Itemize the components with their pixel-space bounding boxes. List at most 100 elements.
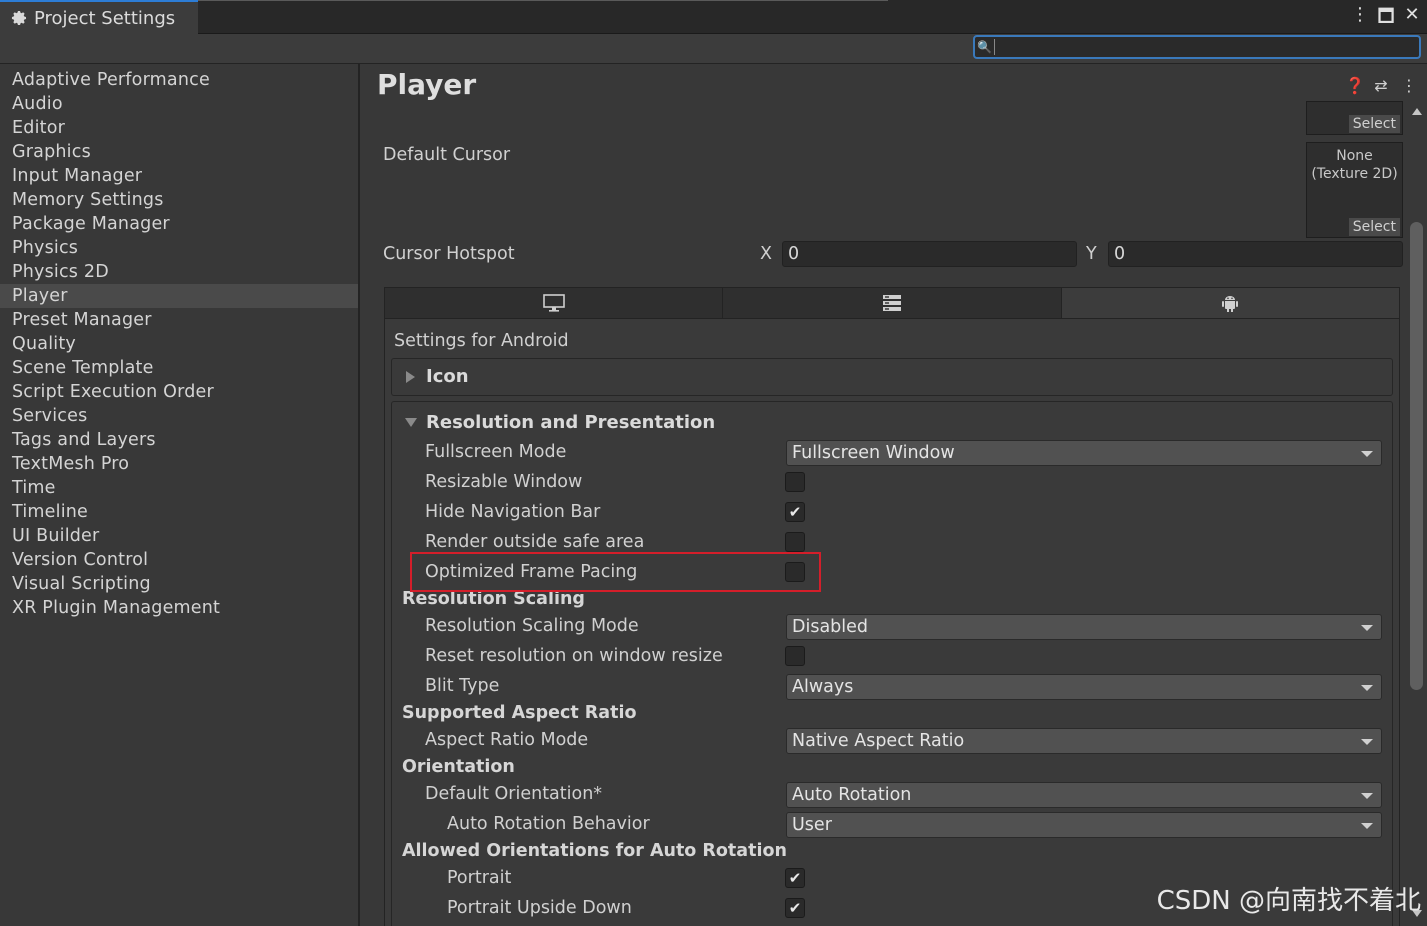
render-outside-safe-label: Render outside safe area [425,532,645,552]
sidebar-item-xr-plugin-management[interactable]: XR Plugin Management [0,596,358,620]
sidebar-item-physics-2d[interactable]: Physics 2D [0,260,358,284]
search-field[interactable]: 🔍 [973,35,1421,59]
blit-type-label: Blit Type [425,676,500,696]
chevron-down-icon [1361,823,1373,829]
sidebar-item-physics[interactable]: Physics [0,236,358,260]
gear-icon [9,8,29,28]
select-button[interactable]: Select [1348,218,1400,236]
page-title: Player [377,68,477,101]
tab-bar-divider [198,0,888,1]
sidebar-item-audio[interactable]: Audio [0,92,358,116]
orientation-header: Orientation [402,757,515,777]
sidebar-item-visual-scripting[interactable]: Visual Scripting [0,572,358,596]
search-toolbar: 🔍 [0,34,1427,64]
default-cursor-label: Default Cursor [383,145,511,165]
aspect-ratio-mode-value: Native Aspect Ratio [792,731,965,751]
window-tab-bar: Project Settings ⋮ 🗖 ✕ [0,0,1427,34]
search-icon: 🔍 [975,39,995,55]
top-texture-field[interactable]: Select [1306,101,1403,135]
chevron-down-icon [1361,793,1373,799]
chevron-down-icon [1361,685,1373,691]
sidebar-item-scene-template[interactable]: Scene Template [0,356,358,380]
fullscreen-mode-value: Fullscreen Window [792,443,955,463]
sidebar-item-preset-manager[interactable]: Preset Manager [0,308,358,332]
settings-for-label: Settings for Android [394,331,569,351]
chevron-down-icon [1361,625,1373,631]
collapsed-arrow-icon [406,371,415,383]
blit-type-dropdown[interactable]: Always [786,674,1382,700]
tab-title: Project Settings [34,7,176,29]
sidebar-item-player[interactable]: Player [0,284,358,308]
portrait-label: Portrait [447,868,512,888]
default-orientation-value: Auto Rotation [792,785,912,805]
resolution-scaling-mode-label: Resolution Scaling Mode [425,616,639,636]
search-input[interactable] [995,39,1419,55]
portrait-upside-down-checkbox[interactable]: ✔ [785,898,805,918]
auto-rotation-behavior-dropdown[interactable]: User [786,812,1382,838]
help-icon[interactable]: ❓ [1345,76,1365,95]
close-icon[interactable]: ✕ [1403,4,1421,34]
more-options-icon[interactable]: ⋮ [1351,4,1369,34]
scroll-up-icon[interactable] [1412,108,1422,115]
scroll-thumb[interactable] [1410,222,1423,690]
texture-none-text: None [1336,148,1373,164]
hotspot-y-label: Y [1086,244,1097,264]
expanded-arrow-icon[interactable] [405,418,417,427]
reset-resolution-checkbox[interactable] [785,646,805,666]
select-button[interactable]: Select [1348,115,1400,133]
hotspot-y-input[interactable]: 0 [1108,241,1403,267]
render-outside-safe-checkbox[interactable] [785,532,805,552]
server-icon [882,295,901,311]
sidebar-item-time[interactable]: Time [0,476,358,500]
chevron-down-icon [1361,739,1373,745]
sidebar-item-version-control[interactable]: Version Control [0,548,358,572]
aspect-ratio-mode-dropdown[interactable]: Native Aspect Ratio [786,728,1382,754]
default-cursor-texture-field[interactable]: None (Texture 2D) Select [1306,142,1403,238]
icon-foldout[interactable]: Icon [391,358,1393,396]
default-orientation-dropdown[interactable]: Auto Rotation [786,782,1382,808]
cursor-hotspot-label: Cursor Hotspot [383,244,515,264]
portrait-upside-down-label: Portrait Upside Down [447,898,632,918]
sidebar-item-editor[interactable]: Editor [0,116,358,140]
allowed-orientations-header: Allowed Orientations for Auto Rotation [402,841,787,861]
more-options-icon[interactable]: ⋮ [1401,76,1417,95]
hide-nav-bar-checkbox[interactable]: ✔ [785,502,805,522]
sidebar-item-services[interactable]: Services [0,404,358,428]
sidebar-item-ui-builder[interactable]: UI Builder [0,524,358,548]
vertical-scrollbar[interactable] [1406,100,1427,926]
auto-rotation-behavior-value: User [792,815,832,835]
fullscreen-mode-dropdown[interactable]: Fullscreen Window [786,440,1382,466]
tab-android[interactable] [1061,288,1399,318]
sidebar-item-script-execution-order[interactable]: Script Execution Order [0,380,358,404]
preset-icon[interactable]: ⇄ [1373,76,1389,95]
hide-nav-bar-label: Hide Navigation Bar [425,502,601,522]
sidebar-item-input-manager[interactable]: Input Manager [0,164,358,188]
platform-tabs [384,287,1400,319]
hotspot-x-input[interactable]: 0 [782,241,1077,267]
sidebar-item-adaptive-performance[interactable]: Adaptive Performance [0,68,358,92]
default-orientation-label: Default Orientation* [425,784,603,804]
sidebar-item-package-manager[interactable]: Package Manager [0,212,358,236]
texture-type-text: (Texture 2D) [1311,166,1398,182]
tab-project-settings[interactable]: Project Settings [0,0,198,34]
chevron-down-icon [1361,451,1373,457]
sidebar-item-graphics[interactable]: Graphics [0,140,358,164]
highlight-box [410,552,821,592]
sidebar-item-tags-and-layers[interactable]: Tags and Layers [0,428,358,452]
tab-dedicated-server[interactable] [723,288,1062,318]
maximize-icon[interactable]: 🗖 [1377,4,1395,34]
resizable-window-checkbox[interactable] [785,472,805,492]
sidebar-item-memory-settings[interactable]: Memory Settings [0,188,358,212]
resolution-section-header[interactable]: Resolution and Presentation [426,412,715,433]
resolution-scaling-mode-value: Disabled [792,617,869,637]
sidebar-item-quality[interactable]: Quality [0,332,358,356]
portrait-checkbox[interactable]: ✔ [785,868,805,888]
monitor-icon [542,294,565,312]
sidebar-item-timeline[interactable]: Timeline [0,500,358,524]
blit-type-value: Always [792,677,854,697]
resolution-scaling-mode-dropdown[interactable]: Disabled [786,614,1382,640]
tab-standalone[interactable] [385,288,724,318]
resolution-scaling-header: Resolution Scaling [402,589,585,609]
checkmark-icon: ✔ [788,899,802,917]
sidebar-item-textmesh-pro[interactable]: TextMesh Pro [0,452,358,476]
